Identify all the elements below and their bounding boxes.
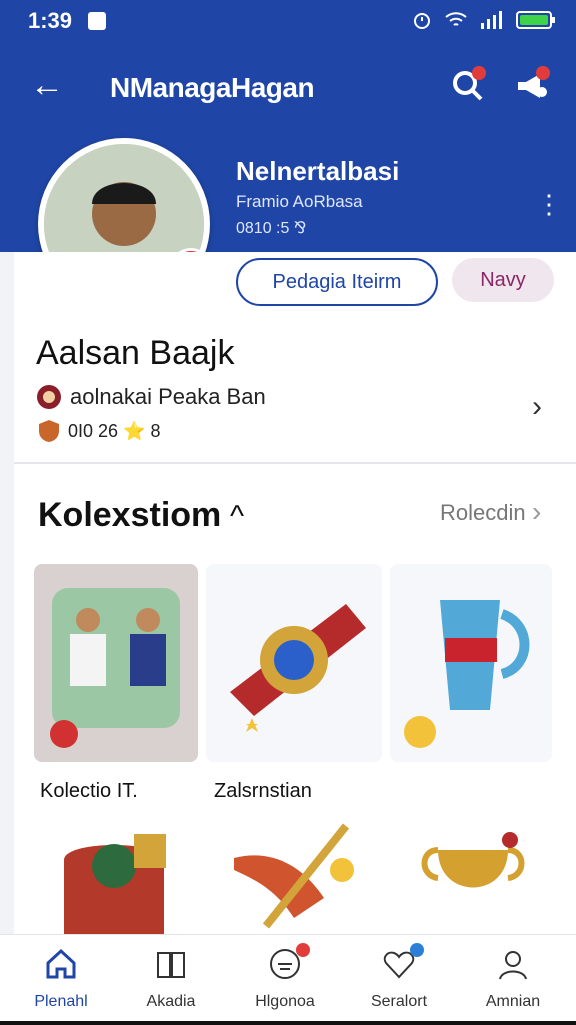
notifications-button[interactable]	[512, 66, 552, 106]
club-logo-icon	[37, 385, 61, 409]
notification-badge	[536, 66, 550, 80]
collapse-caret-icon[interactable]: ^	[230, 500, 244, 534]
more-menu-button[interactable]: ⋮	[536, 191, 562, 217]
player-stats: 0I0 26 ⭐ 8	[36, 418, 160, 444]
nav-item-academy[interactable]: Akadia	[116, 935, 226, 1025]
page-title: NManagaHagan	[110, 72, 315, 103]
alarm-icon	[414, 13, 430, 29]
bottom-navigation: Plenahl Akadia Hlgonoa Seralort Amnian	[0, 934, 576, 1025]
home-indicator	[0, 1021, 576, 1025]
status-time: 1:39	[28, 8, 73, 33]
back-button[interactable]: ←	[30, 68, 64, 102]
wifi-icon	[445, 12, 467, 26]
nav-label: Amnian	[485, 993, 541, 1010]
nav-label: Seralort	[370, 993, 428, 1010]
nav-item-profile[interactable]: Amnian	[458, 935, 568, 1025]
header-stats: 0810 :5 ⅋	[236, 220, 307, 237]
book-icon	[157, 952, 185, 978]
nav-label: Plenahl	[34, 993, 88, 1010]
collection-tile-belt[interactable]	[206, 564, 382, 762]
club-chevron-icon[interactable]: ›	[532, 390, 542, 424]
see-all-link[interactable]: Rolecdin	[440, 500, 526, 526]
nav-item-home[interactable]: Plenahl	[6, 935, 116, 1025]
collection-tile-photo[interactable]	[34, 564, 198, 762]
club-row[interactable]: aolnakai Peaka Ban	[36, 384, 266, 410]
nav-item-shop[interactable]: Seralort	[344, 935, 454, 1025]
primary-action-button[interactable]: Pedagia Iteirm	[236, 258, 438, 306]
status-bar: 1:39	[0, 0, 576, 44]
status-icons	[412, 10, 556, 30]
home-icon	[46, 948, 76, 979]
player-stats-text: 0I0 26 ⭐ 8	[68, 420, 161, 441]
nav-badge	[410, 943, 424, 957]
search-badge	[472, 66, 486, 80]
battery-icon	[516, 11, 555, 29]
header-name: Nelnertalbasi	[236, 156, 400, 186]
collection-tile-trophy[interactable]	[390, 810, 552, 934]
nav-label: Hlgonoa	[255, 993, 315, 1010]
player-name: Aalsan Baajk	[36, 334, 235, 372]
user-icon	[499, 951, 527, 980]
nav-label: Akadia	[146, 993, 196, 1010]
collection-tile-jug[interactable]	[390, 564, 552, 762]
see-all-chevron-icon[interactable]: ›	[532, 496, 541, 528]
header-subtitle: Framio AoRbasa	[236, 192, 363, 211]
notification-icon	[88, 12, 106, 30]
section-title: Kolexstiom	[38, 496, 222, 534]
search-button[interactable]	[448, 66, 488, 106]
collection-item-label: Zalsrnstian	[214, 780, 312, 802]
collection-tile-scarf[interactable]	[206, 810, 382, 934]
secondary-action-button[interactable]: Navy	[452, 258, 554, 302]
collection-item-label: Kolectio IT.	[40, 780, 138, 802]
nav-badge	[296, 943, 310, 957]
signal-icon	[481, 11, 502, 29]
shield-icon	[39, 420, 59, 442]
collection-tile-shield[interactable]	[34, 810, 198, 934]
club-name: aolnakai Peaka Ban	[70, 384, 266, 409]
nav-item-agenda[interactable]: Hlgonoa	[230, 935, 340, 1025]
